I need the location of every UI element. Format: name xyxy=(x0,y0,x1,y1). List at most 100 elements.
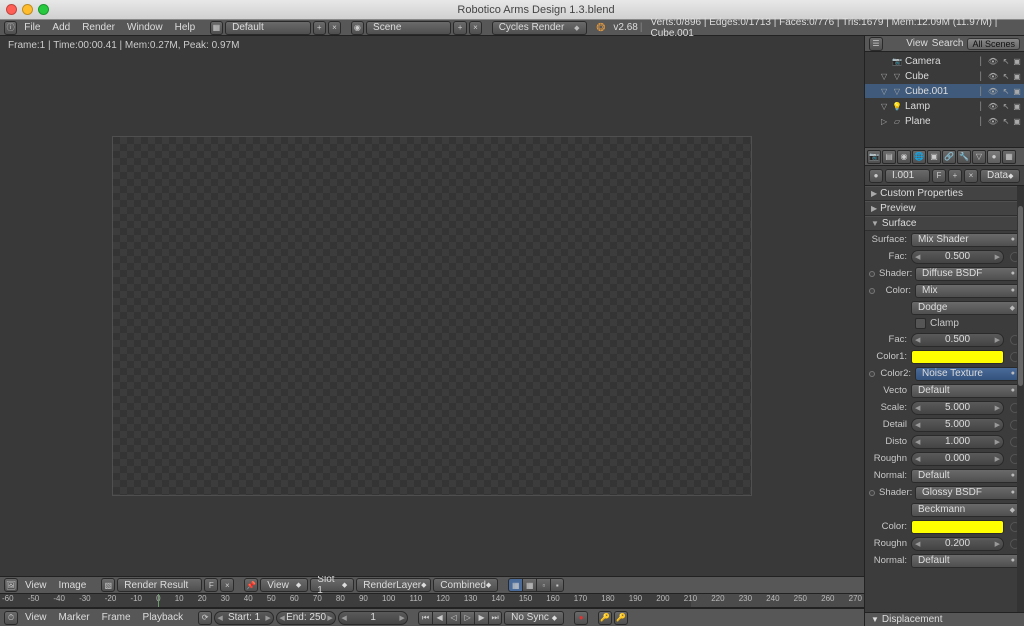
restrict-viewport-icon[interactable]: 👁 xyxy=(988,71,998,81)
tl-menu-frame[interactable]: Frame xyxy=(97,612,136,623)
image-datablock-icon[interactable]: ▧ xyxy=(101,578,115,592)
auto-keyframe-icon[interactable]: ● xyxy=(574,611,588,625)
image-fake-user[interactable]: F xyxy=(204,578,218,592)
dd-vector[interactable]: Default● xyxy=(911,384,1020,398)
layout-add-icon[interactable]: + xyxy=(313,21,326,35)
dd-surface-shader[interactable]: Mix Shader● xyxy=(911,233,1020,247)
restrict-render-icon[interactable]: ▣ xyxy=(1012,71,1022,81)
tab-material-icon[interactable]: ● xyxy=(987,150,1001,164)
material-name-field[interactable]: I.001 xyxy=(885,169,930,183)
slot-select[interactable]: Slot 1◆ xyxy=(310,578,354,592)
tl-menu-marker[interactable]: Marker xyxy=(54,612,95,623)
menu-add[interactable]: Add xyxy=(47,22,75,33)
end-frame-field[interactable]: ◀End: 250▶ xyxy=(276,611,336,625)
glossy-color-swatch[interactable] xyxy=(911,520,1004,534)
restrict-render-icon[interactable]: ▣ xyxy=(1012,56,1022,66)
outliner-item[interactable]: ▽▽Cube.001|👁↖▣ xyxy=(865,84,1024,98)
menu-window[interactable]: Window xyxy=(122,22,168,33)
tab-data-icon[interactable]: ▽ xyxy=(972,150,986,164)
restrict-select-icon[interactable]: ↖ xyxy=(1001,86,1011,96)
editor-type-icon[interactable]: ⓘ xyxy=(4,21,17,35)
dd-normal1[interactable]: Default● xyxy=(911,469,1020,483)
material-del-icon[interactable]: × xyxy=(964,169,978,183)
use-preview-range-icon[interactable]: ⟳ xyxy=(198,611,212,625)
socket-dot-icon[interactable] xyxy=(869,288,875,294)
outliner-view-menu[interactable]: View xyxy=(906,38,928,49)
playhead[interactable] xyxy=(158,594,159,607)
dd-color-mix[interactable]: Mix● xyxy=(915,284,1020,298)
material-icon[interactable]: ● xyxy=(869,169,883,183)
material-add-icon[interactable]: + xyxy=(948,169,962,183)
panel-displacement[interactable]: ▼Displacement xyxy=(865,612,1024,626)
channel-rgb-icon[interactable]: ▦ xyxy=(522,578,536,592)
jump-start-icon[interactable]: ⏮ xyxy=(418,611,432,625)
restrict-viewport-icon[interactable]: 👁 xyxy=(988,101,998,111)
dd-noise-texture[interactable]: Noise Texture● xyxy=(915,367,1020,381)
socket-dot-icon[interactable] xyxy=(869,371,875,377)
restrict-select-icon[interactable]: ↖ xyxy=(1001,71,1011,81)
restrict-select-icon[interactable]: ↖ xyxy=(1001,101,1011,111)
outliner-editor-icon[interactable]: ☰ xyxy=(869,37,883,51)
keying-insert-icon[interactable]: 🔑 xyxy=(614,611,628,625)
jump-end-icon[interactable]: ⏭ xyxy=(488,611,502,625)
color1-swatch[interactable] xyxy=(911,350,1004,364)
checkbox-clamp[interactable] xyxy=(915,318,926,329)
keyframe-prev-icon[interactable]: ◀ xyxy=(432,611,446,625)
slider-detail[interactable]: ◀5.000▶ xyxy=(911,418,1004,432)
render-layer-select[interactable]: RenderLayer◆ xyxy=(356,578,431,592)
outliner-item[interactable]: 📷Camera|👁↖▣ xyxy=(865,54,1024,68)
slider-scale[interactable]: ◀5.000▶ xyxy=(911,401,1004,415)
render-pass-select[interactable]: Combined◆ xyxy=(433,578,498,592)
image-editor-viewport[interactable]: Frame:1 | Time:00:00.41 | Mem:0.27M, Pea… xyxy=(0,36,864,576)
socket-dot-icon[interactable] xyxy=(869,271,875,277)
image-editor-type-icon[interactable]: 🖼 xyxy=(4,578,18,592)
restrict-render-icon[interactable]: ▣ xyxy=(1012,101,1022,111)
outliner-tree[interactable]: 📷Camera|👁↖▣▽▽Cube|👁↖▣▽▽Cube.001|👁↖▣▽💡Lam… xyxy=(865,52,1024,148)
outliner-display-mode[interactable]: All Scenes xyxy=(967,38,1020,50)
slider-disto[interactable]: ◀1.000▶ xyxy=(911,435,1004,449)
properties-region[interactable]: ▶Custom Properties ▶Preview ▼Surface Sur… xyxy=(865,186,1024,612)
restrict-viewport-icon[interactable]: 👁 xyxy=(988,116,998,126)
current-frame-field[interactable]: ◀1▶ xyxy=(338,611,408,625)
slider-roughn1[interactable]: ◀0.000▶ xyxy=(911,452,1004,466)
panel-preview[interactable]: ▶Preview xyxy=(865,201,1024,216)
scene-del-icon[interactable]: × xyxy=(469,21,482,35)
material-link-dropdown[interactable]: Data◆ xyxy=(980,169,1020,183)
socket-dot-icon[interactable] xyxy=(869,490,875,496)
screen-layout-dropdown[interactable]: Default xyxy=(225,21,310,35)
dd-diffuse[interactable]: Diffuse BSDF● xyxy=(915,267,1020,281)
play-icon[interactable]: ▷ xyxy=(460,611,474,625)
zoom-window-button[interactable] xyxy=(38,4,49,15)
image-view-mode[interactable]: View◆ xyxy=(260,578,308,592)
keyframe-next-icon[interactable]: ▶ xyxy=(474,611,488,625)
slider-fac2[interactable]: ◀0.500▶ xyxy=(911,333,1004,347)
tab-constraints-icon[interactable]: 🔗 xyxy=(942,150,956,164)
channel-buttons[interactable]: ▦ ▦ ▫ ▪ xyxy=(508,578,564,592)
close-window-button[interactable] xyxy=(6,4,17,15)
outliner-search-menu[interactable]: Search xyxy=(932,38,964,49)
sync-mode-dropdown[interactable]: No Sync◆ xyxy=(504,611,564,625)
tab-object-icon[interactable]: ▣ xyxy=(927,150,941,164)
channel-rgba-icon[interactable]: ▦ xyxy=(508,578,522,592)
minimize-window-button[interactable] xyxy=(22,4,33,15)
properties-scrollbar[interactable] xyxy=(1017,186,1024,612)
tab-scene-icon[interactable]: ◉ xyxy=(897,150,911,164)
dd-distribution[interactable]: Beckmann◆ xyxy=(911,503,1020,517)
layout-del-icon[interactable]: × xyxy=(328,21,341,35)
channel-alpha-icon[interactable]: ▫ xyxy=(536,578,550,592)
scene-add-icon[interactable]: + xyxy=(453,21,466,35)
pin-icon[interactable]: 📌 xyxy=(244,578,258,592)
panel-custom-properties[interactable]: ▶Custom Properties xyxy=(865,186,1024,201)
slider-roughn2[interactable]: ◀0.200▶ xyxy=(911,537,1004,551)
tab-renderlayers-icon[interactable]: ▤ xyxy=(882,150,896,164)
scene-dropdown[interactable]: Scene xyxy=(366,21,451,35)
render-engine-dropdown[interactable]: Cycles Render◆ xyxy=(492,21,587,35)
tab-render-icon[interactable]: 📷 xyxy=(867,150,881,164)
outliner-item[interactable]: ▽▽Cube|👁↖▣ xyxy=(865,69,1024,83)
restrict-select-icon[interactable]: ↖ xyxy=(1001,56,1011,66)
scrollbar-thumb[interactable] xyxy=(1018,206,1023,386)
slider-fac1[interactable]: ◀0.500▶ xyxy=(911,250,1004,264)
menu-help[interactable]: Help xyxy=(170,22,201,33)
tl-menu-playback[interactable]: Playback xyxy=(138,612,189,623)
channel-z-icon[interactable]: ▪ xyxy=(550,578,564,592)
